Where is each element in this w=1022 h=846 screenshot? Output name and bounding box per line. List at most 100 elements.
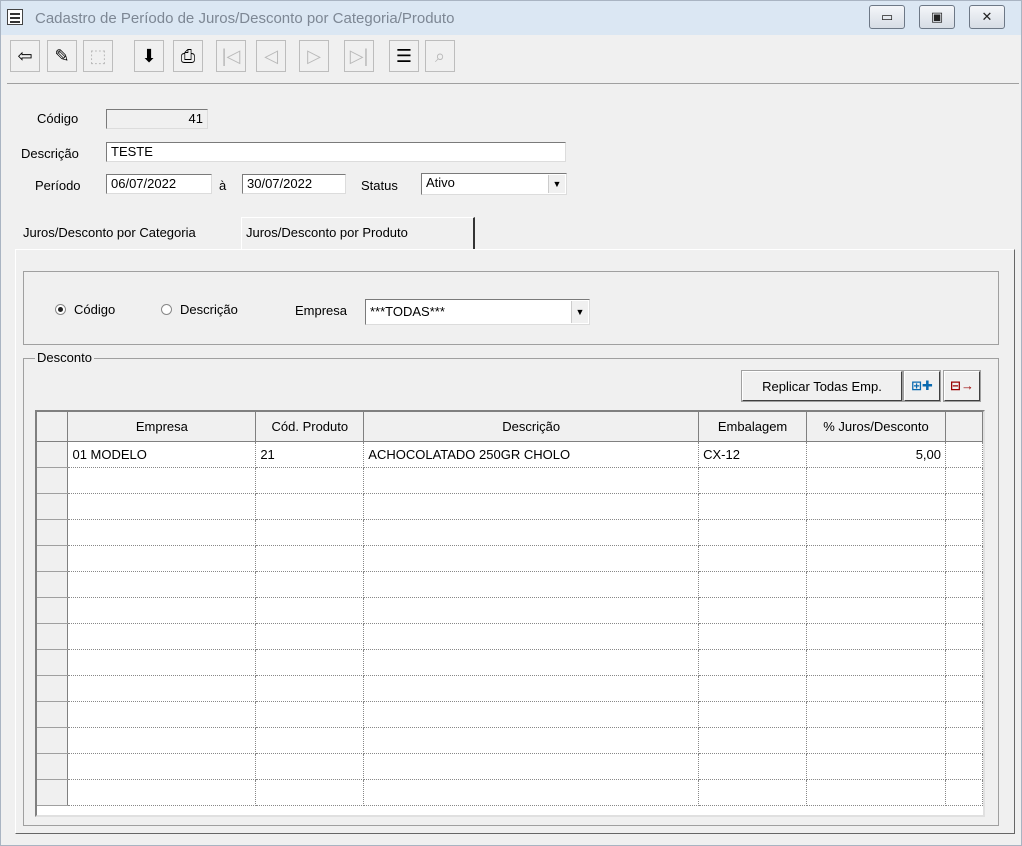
table-cell[interactable] [363, 493, 700, 520]
first-button[interactable]: |◁ [216, 40, 246, 72]
radio-codigo[interactable]: Código [55, 302, 115, 317]
table-cell[interactable] [806, 675, 946, 702]
table-row[interactable] [37, 727, 983, 754]
maximize-button[interactable]: ▣ [919, 5, 955, 29]
table-cell[interactable] [698, 727, 808, 754]
table-cell[interactable] [363, 727, 700, 754]
row-indicator[interactable] [37, 701, 69, 728]
radio-codigo-dot[interactable] [55, 304, 66, 315]
table-row[interactable] [37, 571, 983, 598]
col-cod-produto[interactable]: Cód. Produto [255, 412, 365, 442]
title-bar[interactable]: Cadastro de Período de Juros/Desconto po… [1, 1, 1021, 35]
table-cell[interactable] [698, 467, 808, 494]
table-cell[interactable] [67, 493, 257, 520]
status-select[interactable]: Ativo ▼ [421, 173, 567, 195]
table-cell[interactable] [363, 597, 700, 624]
table-cell[interactable] [806, 519, 946, 546]
table-cell[interactable] [255, 597, 365, 624]
table-cell[interactable] [255, 571, 365, 598]
radio-descricao[interactable]: Descrição [161, 302, 238, 317]
table-row[interactable] [37, 675, 983, 702]
table-row[interactable] [37, 649, 983, 676]
table-cell[interactable] [698, 753, 808, 780]
row-indicator[interactable] [37, 545, 69, 572]
table-cell[interactable] [698, 571, 808, 598]
tab-categoria[interactable]: Juros/Desconto por Categoria [19, 217, 200, 249]
table-cell[interactable] [363, 623, 700, 650]
search-button[interactable]: ⌕ [425, 40, 455, 72]
table-cell[interactable] [67, 727, 257, 754]
table-cell[interactable] [67, 753, 257, 780]
table-cell[interactable] [806, 597, 946, 624]
codigo-field[interactable]: 41 [106, 109, 208, 129]
row-indicator[interactable] [37, 675, 69, 702]
table-row[interactable] [37, 519, 983, 546]
table-cell[interactable] [67, 623, 257, 650]
table-cell[interactable] [67, 675, 257, 702]
print-button[interactable]: ⎙ [173, 40, 203, 72]
row-indicator[interactable] [37, 649, 69, 676]
row-indicator[interactable] [37, 727, 69, 754]
table-cell[interactable] [806, 545, 946, 572]
table-cell[interactable] [363, 649, 700, 676]
minimize-button[interactable]: ▭ [869, 5, 905, 29]
table-cell[interactable] [363, 675, 700, 702]
table-cell[interactable]: 5,00 [806, 441, 946, 468]
add-row-button[interactable]: ⊞✚ [903, 370, 941, 402]
table-cell[interactable] [67, 597, 257, 624]
table-cell[interactable] [698, 597, 808, 624]
row-indicator[interactable] [37, 493, 69, 520]
table-cell[interactable] [255, 649, 365, 676]
col-embalagem[interactable]: Embalagem [698, 412, 808, 442]
row-indicator[interactable] [37, 753, 69, 780]
table-cell[interactable] [363, 467, 700, 494]
table-cell[interactable] [698, 545, 808, 572]
col-descricao[interactable]: Descrição [363, 412, 700, 442]
row-indicator[interactable] [37, 571, 69, 598]
table-cell[interactable] [806, 727, 946, 754]
row-indicator[interactable] [37, 519, 69, 546]
chevron-down-icon[interactable]: ▼ [548, 175, 565, 193]
table-cell[interactable] [698, 493, 808, 520]
table-cell[interactable] [698, 649, 808, 676]
col-empresa[interactable]: Empresa [67, 412, 257, 442]
next-button[interactable]: ▷ [299, 40, 329, 72]
table-cell[interactable] [255, 675, 365, 702]
table-cell[interactable] [698, 675, 808, 702]
prev-button[interactable]: ◁ [256, 40, 286, 72]
col-juros-desconto[interactable]: % Juros/Desconto [806, 412, 946, 442]
table-cell[interactable] [363, 701, 700, 728]
table-row[interactable] [37, 545, 983, 572]
table-cell[interactable]: CX-12 [698, 441, 808, 468]
close-button[interactable]: ✕ [969, 5, 1005, 29]
table-cell[interactable] [806, 467, 946, 494]
table-cell[interactable] [255, 623, 365, 650]
table-cell[interactable]: ACHOCOLATADO 250GR CHOLO [363, 441, 700, 468]
table-row[interactable] [37, 597, 983, 624]
replicar-todas-button[interactable]: Replicar Todas Emp. [741, 370, 903, 402]
table-cell[interactable] [806, 701, 946, 728]
table-cell[interactable] [67, 701, 257, 728]
table-cell[interactable] [363, 519, 700, 546]
save-button[interactable]: ⬇ [134, 40, 164, 72]
table-cell[interactable] [698, 701, 808, 728]
table-row[interactable] [37, 701, 983, 728]
table-cell[interactable] [363, 571, 700, 598]
table-cell[interactable] [698, 519, 808, 546]
table-cell[interactable] [255, 779, 365, 806]
new-button[interactable]: ⬚ [83, 40, 113, 72]
produtos-grid[interactable]: Empresa Cód. Produto Descrição Embalagem… [35, 410, 985, 817]
table-cell[interactable] [255, 493, 365, 520]
table-cell[interactable] [806, 623, 946, 650]
table-cell[interactable] [255, 467, 365, 494]
table-cell[interactable] [67, 467, 257, 494]
table-cell[interactable] [363, 753, 700, 780]
edit-button[interactable]: ✎ [47, 40, 77, 72]
row-indicator[interactable] [37, 441, 69, 468]
table-row[interactable] [37, 779, 983, 806]
table-cell[interactable] [67, 649, 257, 676]
table-cell[interactable]: 21 [255, 441, 365, 468]
empresa-select[interactable]: ***TODAS*** ▼ [365, 299, 590, 325]
periodo-inicio-field[interactable]: 06/07/2022 [106, 174, 212, 194]
table-cell[interactable] [255, 519, 365, 546]
